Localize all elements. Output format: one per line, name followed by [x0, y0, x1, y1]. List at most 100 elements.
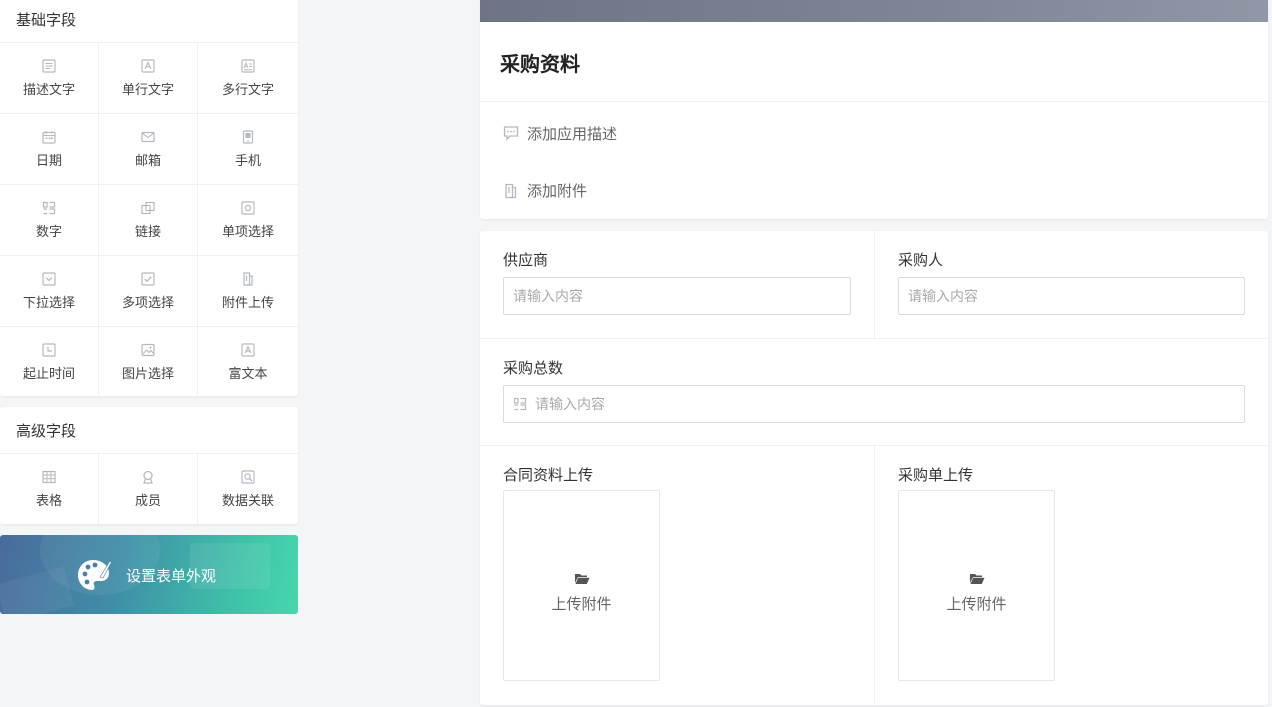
palette-icon: [78, 560, 112, 590]
folder-icon: [574, 573, 589, 584]
image-icon: [141, 343, 155, 357]
field-attachment[interactable]: 附件上传: [198, 256, 298, 327]
table-icon: [42, 470, 56, 483]
number-icon: [42, 201, 56, 214]
field-label: 成员: [134, 493, 161, 509]
field-data-link[interactable]: 数据关联: [198, 454, 298, 524]
description-icon: [42, 58, 56, 73]
form-cover[interactable]: [480, 0, 1268, 22]
purchaser-input[interactable]: 请输入内容: [898, 277, 1245, 315]
folder-icon: [969, 573, 984, 584]
basic-fields-grid: 描述文字 单行文字 多行文字 日期 邮箱 手机 数字 链接 单项选择 下拉选择 …: [0, 43, 298, 398]
attachment-icon: [505, 183, 517, 198]
mail-icon: [141, 131, 155, 142]
supplier-label: 供应商: [503, 251, 549, 269]
single-line-text-icon: [141, 58, 155, 73]
time-range-icon: [42, 343, 56, 357]
supplier-placeholder: 请输入内容: [513, 289, 583, 305]
contract-upload-field: 合同资料上传 上传附件: [480, 446, 874, 705]
basic-fields-panel: 基础字段 描述文字 单行文字 多行文字 日期 邮箱 手机 数字 链接 单项选择 …: [0, 0, 298, 398]
total-field: 采购总数 请输入内容: [480, 339, 1268, 445]
field-label: 图片选择: [121, 367, 174, 382]
banner-label: 设置表单外观: [126, 567, 217, 585]
field-date[interactable]: 日期: [0, 114, 99, 185]
field-rich-text[interactable]: 富文本: [198, 327, 298, 398]
order-upload-field: 采购单上传 上传附件: [874, 446, 1268, 705]
advanced-fields-title: 高级字段: [0, 407, 298, 454]
order-upload-button[interactable]: 上传附件: [898, 490, 1055, 681]
advanced-fields-panel: 高级字段 表格 成员 数据关联: [0, 407, 298, 524]
purchaser-placeholder: 请输入内容: [908, 289, 978, 305]
attachment-icon: [243, 271, 253, 286]
field-phone[interactable]: 手机: [198, 114, 298, 185]
comment-icon: [503, 126, 519, 141]
dropdown-icon: [42, 271, 56, 286]
contract-upload-button[interactable]: 上传附件: [503, 490, 660, 681]
radio-icon: [241, 200, 255, 215]
form-row: 采购总数 请输入内容: [480, 339, 1268, 446]
calendar-icon: [42, 130, 56, 144]
member-icon: [143, 470, 153, 484]
field-dropdown[interactable]: 下拉选择: [0, 256, 99, 327]
form-title[interactable]: 采购资料: [480, 22, 1268, 102]
add-attachment-button[interactable]: 添加附件: [480, 162, 1268, 219]
field-label: 数字: [35, 224, 62, 240]
field-description[interactable]: 描述文字: [0, 43, 99, 114]
field-label: 数据关联: [221, 493, 274, 509]
rich-text-icon: [241, 343, 255, 357]
field-email[interactable]: 邮箱: [99, 114, 198, 185]
total-input[interactable]: 请输入内容: [503, 385, 1245, 423]
number-icon: [513, 397, 527, 411]
total-placeholder: 请输入内容: [535, 397, 605, 413]
data-link-icon: [241, 469, 255, 484]
field-label: 多行文字: [221, 82, 274, 98]
add-description-label: 添加应用描述: [527, 124, 618, 143]
purchaser-field: 采购人 请输入内容: [874, 231, 1268, 338]
advanced-fields-grid: 表格 成员 数据关联: [0, 454, 298, 524]
field-multi-line-text[interactable]: 多行文字: [198, 43, 298, 114]
link-icon: [141, 201, 155, 214]
field-label: 日期: [35, 153, 62, 169]
form-row: 供应商 请输入内容 采购人 请输入内容: [480, 231, 1268, 339]
field-label: 多项选择: [121, 295, 174, 311]
field-label: 富文本: [228, 367, 268, 382]
field-label: 单行文字: [121, 82, 174, 98]
form-body-card: 供应商 请输入内容 采购人 请输入内容 采购总数 请输入内容 合同资料上传 上传…: [480, 231, 1268, 705]
field-link[interactable]: 链接: [99, 185, 198, 256]
add-attachment-label: 添加附件: [527, 182, 588, 200]
field-label: 附件上传: [221, 295, 274, 311]
field-label: 链接: [134, 224, 161, 240]
field-checkbox[interactable]: 多项选择: [99, 256, 198, 327]
field-table[interactable]: 表格: [0, 454, 99, 524]
form-appearance-banner[interactable]: 设置表单外观: [0, 535, 298, 614]
form-header-card: 采购资料 添加应用描述 添加附件: [480, 0, 1268, 219]
basic-fields-title: 基础字段: [0, 0, 298, 43]
add-description-button[interactable]: 添加应用描述: [480, 102, 1268, 162]
field-label: 单项选择: [221, 224, 274, 240]
phone-icon: [242, 129, 254, 144]
order-upload-label: 采购单上传: [898, 466, 974, 484]
field-label: 描述文字: [22, 82, 75, 98]
field-image[interactable]: 图片选择: [99, 327, 198, 398]
field-label: 下拉选择: [22, 295, 75, 311]
field-label: 起止时间: [22, 367, 75, 382]
multi-line-text-icon: [241, 58, 255, 73]
purchaser-label: 采购人: [898, 251, 944, 269]
banner-decoration: [0, 566, 74, 614]
form-row: 合同资料上传 上传附件 采购单上传 上传附件: [480, 446, 1268, 705]
checkbox-icon: [141, 271, 155, 286]
field-number[interactable]: 数字: [0, 185, 99, 256]
field-single-line-text[interactable]: 单行文字: [99, 43, 198, 114]
field-label: 表格: [35, 493, 62, 509]
contract-upload-text: 上传附件: [551, 594, 612, 613]
supplier-field: 供应商 请输入内容: [480, 231, 874, 338]
supplier-input[interactable]: 请输入内容: [503, 277, 851, 315]
field-time-range[interactable]: 起止时间: [0, 327, 99, 398]
total-label: 采购总数: [503, 359, 564, 377]
field-radio[interactable]: 单项选择: [198, 185, 298, 256]
field-member[interactable]: 成员: [99, 454, 198, 524]
order-upload-text: 上传附件: [946, 594, 1007, 613]
field-label: 邮箱: [134, 153, 161, 169]
field-label: 手机: [234, 153, 261, 169]
contract-upload-label: 合同资料上传: [503, 466, 594, 484]
